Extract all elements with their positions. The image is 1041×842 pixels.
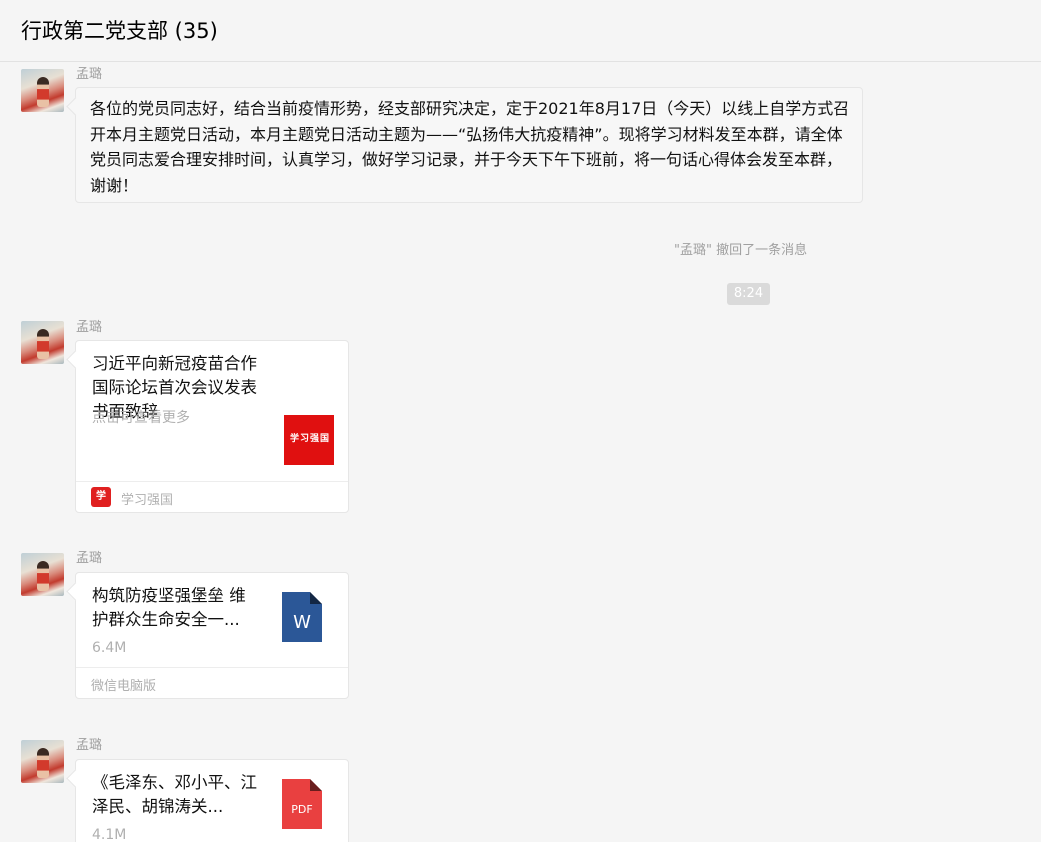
xuexi-qiangguo-app-icon: 学 (91, 487, 111, 507)
chat-header: 行政第二党支部 (35) (0, 0, 1041, 62)
word-doc-icon: W (282, 592, 322, 642)
sender-name: 孟璐 (76, 738, 103, 753)
file-card-footer: 微信电脑版 (76, 667, 348, 698)
thumbnail-logo-text: 学习强国 (290, 434, 331, 444)
sender-name: 孟璐 (76, 551, 103, 566)
file-name: 构筑防疫坚强堡垒 维护群众生命安全一... (92, 586, 246, 629)
link-source-label: 学习强国 (121, 493, 174, 508)
chat-title: 行政第二党支部 (35) (21, 19, 218, 43)
message-text: 各位的党员同志好，结合当前疫情形势，经支部研究决定，定于2021年8月17日（今… (90, 99, 850, 195)
link-card-footer: 学 学习强国 (76, 481, 348, 512)
sender-name: 孟璐 (76, 67, 103, 82)
file-size: 4.1M (92, 827, 127, 842)
file-size: 6.4M (92, 640, 127, 656)
file-card[interactable]: 《毛泽东、邓小平、江泽民、胡锦涛关... 4.1M PDF (75, 759, 349, 842)
avatar[interactable] (21, 321, 64, 364)
pdf-file-icon: PDF (282, 779, 322, 829)
link-card[interactable]: 习近平向新冠疫苗合作国际论坛首次会议发表书面致辞 点击可查看更多 学习强国 学 … (75, 340, 349, 513)
sender-name: 孟璐 (76, 320, 103, 335)
avatar[interactable] (21, 553, 64, 596)
text-message-bubble[interactable]: 各位的党员同志好，结合当前疫情形势，经支部研究决定，定于2021年8月17日（今… (75, 87, 863, 203)
file-source-label: 微信电脑版 (91, 679, 157, 694)
link-card-subtitle: 点击可查看更多 (92, 410, 190, 426)
file-card[interactable]: 构筑防疫坚强堡垒 维护群众生命安全一... 6.4M W 微信电脑版 (75, 572, 349, 699)
avatar[interactable] (21, 740, 64, 783)
recall-notice: "孟璐" 撤回了一条消息 (674, 243, 808, 258)
file-name: 《毛泽东、邓小平、江泽民、胡锦涛关... (92, 773, 257, 816)
timestamp-badge: 8:24 (727, 283, 770, 305)
link-thumbnail: 学习强国 (284, 415, 334, 465)
avatar[interactable] (21, 69, 64, 112)
